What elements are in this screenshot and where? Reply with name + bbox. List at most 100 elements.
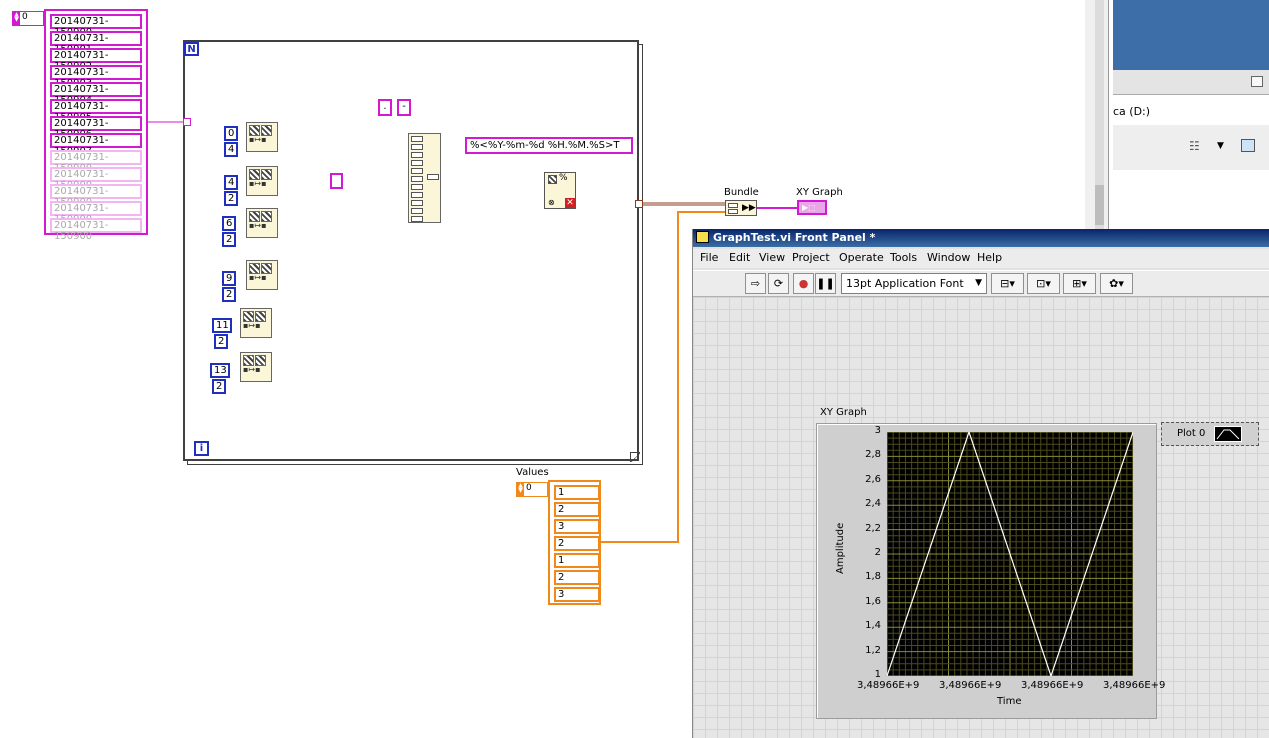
- string-subset-node[interactable]: ▪↦▪: [246, 122, 278, 152]
- for-loop[interactable]: [183, 40, 639, 461]
- resize-objects-icon[interactable]: ⊞▾: [1063, 273, 1096, 294]
- timestamp-element[interactable]: 20140731-150900: [50, 14, 142, 38]
- substring-offset-constant[interactable]: 0: [224, 126, 238, 141]
- menu-item-view[interactable]: View: [759, 249, 785, 266]
- auto-index-tunnel[interactable]: [183, 118, 191, 126]
- value-element[interactable]: 3: [554, 519, 600, 534]
- substring-length-constant[interactable]: 4: [224, 142, 238, 157]
- timestamp-element[interactable]: 20140731-150900: [50, 167, 142, 191]
- index-spinner-icon[interactable]: ▲ ▼: [517, 483, 524, 496]
- y-axis-label: Amplitude: [835, 522, 846, 574]
- concatenate-input-slot: [411, 144, 423, 150]
- loop-iteration-terminal[interactable]: i: [194, 441, 209, 456]
- timestamp-element[interactable]: 20140731-150905: [50, 99, 142, 123]
- timestamp-element[interactable]: 20140731-150900: [50, 184, 142, 208]
- value-element[interactable]: 2: [554, 570, 600, 585]
- space-string-constant[interactable]: [330, 173, 343, 189]
- loop-resize-handle[interactable]: [630, 452, 640, 462]
- menu-item-edit[interactable]: Edit: [729, 249, 750, 266]
- loop-count-terminal[interactable]: N: [184, 42, 199, 56]
- scan-timestamp-node[interactable]: % ✕ ⊗: [544, 172, 576, 209]
- value-element[interactable]: 3: [554, 587, 600, 602]
- timestamp-element[interactable]: 20140731-150901: [50, 31, 142, 55]
- preview-pane-icon[interactable]: [1241, 139, 1255, 152]
- menu-item-tools[interactable]: Tools: [890, 249, 917, 266]
- graph-terminal-icon: ▶⬚: [802, 203, 816, 212]
- substring-length-constant[interactable]: 2: [212, 379, 226, 394]
- timestamp-element[interactable]: 20140731-150902: [50, 48, 142, 72]
- substring-offset-constant[interactable]: 13: [210, 363, 230, 378]
- view-options-icon[interactable]: ☷: [1189, 139, 1200, 153]
- concatenate-input-slot: [411, 208, 423, 214]
- substring-offset-constant[interactable]: 9: [222, 271, 236, 286]
- substring-length-constant[interactable]: 2: [222, 232, 236, 247]
- value-element[interactable]: 2: [554, 536, 600, 551]
- string-subset-node[interactable]: ▪↦▪: [246, 208, 278, 238]
- distribute-objects-icon[interactable]: ⊡▾: [1027, 273, 1060, 294]
- subset-glyph-icon: ▪↦▪: [249, 273, 267, 282]
- value-element[interactable]: 1: [554, 485, 600, 500]
- format-string-constant[interactable]: %<%Y-%m-%d %H.%M.%S>T: [465, 137, 633, 154]
- value-element[interactable]: 2: [554, 502, 600, 517]
- reorder-icon[interactable]: ✿▾: [1100, 273, 1133, 294]
- abort-icon[interactable]: ●: [793, 273, 814, 294]
- menu-item-project[interactable]: Project: [792, 249, 830, 266]
- menu-item-window[interactable]: Window: [927, 249, 970, 266]
- bundle-node[interactable]: ▶▶: [725, 200, 757, 216]
- timestamp-element[interactable]: 20140731-150900: [50, 150, 142, 174]
- chevron-down-icon[interactable]: ▼: [1217, 141, 1224, 151]
- substring-offset-constant[interactable]: 4: [224, 175, 238, 190]
- bundle-arrow-icon: ▶▶: [742, 203, 756, 213]
- string-subset-node[interactable]: ▪↦▪: [246, 260, 278, 290]
- timestamp-element[interactable]: 20140731-150906: [50, 116, 142, 140]
- x-tick-label: 3,48966E+9: [939, 680, 1002, 691]
- timestamp-element[interactable]: 20140731-150903: [50, 65, 142, 89]
- subset-glyph-icon: ▪↦▪: [243, 365, 261, 374]
- run-continuously-icon[interactable]: ⟳: [768, 273, 789, 294]
- timestamp-array-index[interactable]: ▲ ▼ 0: [12, 11, 44, 26]
- pause-icon[interactable]: ❚❚: [815, 273, 836, 294]
- substring-length-constant[interactable]: 2: [224, 191, 238, 206]
- menu-item-operate[interactable]: Operate: [839, 249, 884, 266]
- plot-line-swatch-icon[interactable]: [1214, 426, 1242, 442]
- front-panel-title-bar[interactable]: GraphTest.vi Front Panel *: [693, 229, 1269, 247]
- substring-offset-constant[interactable]: 11: [212, 318, 232, 333]
- substring-length-constant[interactable]: 2: [214, 334, 228, 349]
- dot-string-constant[interactable]: .: [378, 99, 392, 116]
- timestamp-element[interactable]: 20140731-150900: [50, 201, 142, 225]
- legend-label: Plot 0: [1177, 428, 1206, 439]
- timestamp-element[interactable]: 20140731-150904: [50, 82, 142, 106]
- align-objects-icon[interactable]: ⊟▾: [991, 273, 1024, 294]
- string-subset-node[interactable]: ▪↦▪: [240, 352, 272, 382]
- values-array[interactable]: 1 2 3 2 1 2 3: [548, 480, 601, 605]
- timestamp-element[interactable]: 20140731-150900: [50, 218, 142, 242]
- menu-item-help[interactable]: Help: [977, 249, 1002, 266]
- xy-graph[interactable]: 1 1,2 1,4 1,6 1,8 2 2,2 2,4 2,6 2,8 3 3,48966E+9 3,…: [816, 423, 1165, 719]
- font-selector[interactable]: 13pt Application Font ▼: [841, 273, 987, 294]
- dash-string-constant[interactable]: -: [397, 99, 411, 116]
- plot-legend[interactable]: Plot 0: [1161, 422, 1259, 446]
- values-array-index[interactable]: ▲ ▼ 0: [516, 482, 548, 497]
- file-list-area: [1113, 170, 1269, 230]
- index-spinner-icon[interactable]: ▲ ▼: [13, 12, 20, 25]
- xy-graph-terminal[interactable]: ▶⬚: [797, 200, 827, 215]
- concatenate-strings-node[interactable]: [408, 133, 441, 223]
- plot-area[interactable]: [886, 430, 1134, 678]
- substring-length-constant[interactable]: 2: [222, 287, 236, 302]
- y-tick-label: 1,2: [865, 644, 881, 656]
- timestamp-string-array[interactable]: 20140731-15090020140731-15090120140731-1…: [44, 9, 148, 242]
- xy-graph-terminal-label: XY Graph: [796, 187, 843, 198]
- y-tick-label: 2: [874, 547, 881, 558]
- run-arrow-icon[interactable]: ⇨: [745, 273, 766, 294]
- value-element[interactable]: 1: [554, 553, 600, 568]
- timestamp-element[interactable]: 20140731-150907: [50, 133, 142, 157]
- output-tunnel[interactable]: [635, 200, 643, 208]
- y-tick-label: 1,6: [865, 595, 881, 607]
- substring-offset-constant[interactable]: 6: [222, 216, 236, 231]
- string-subset-node[interactable]: ▪↦▪: [240, 308, 272, 338]
- string-subset-node[interactable]: ▪↦▪: [246, 166, 278, 196]
- graph-label: XY Graph: [820, 407, 867, 418]
- menu-item-file[interactable]: File: [700, 249, 718, 266]
- maximize-icon[interactable]: [1251, 76, 1263, 87]
- scrollbar-thumb[interactable]: [1095, 185, 1104, 225]
